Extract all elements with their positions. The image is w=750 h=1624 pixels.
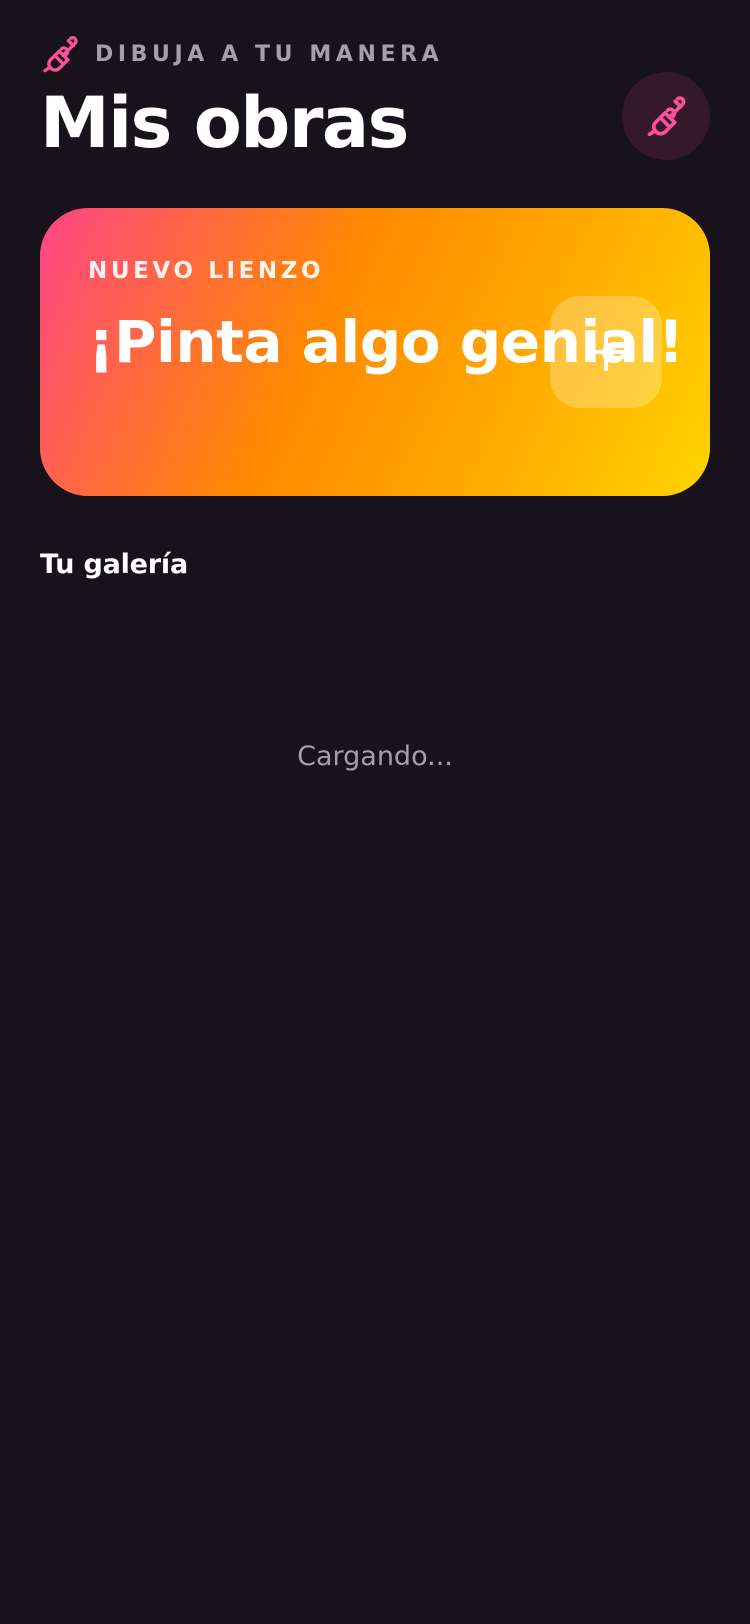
new-canvas-label: NUEVO LIENZO	[88, 258, 325, 284]
loading-status: Cargando...	[297, 741, 453, 772]
plus-icon	[587, 333, 625, 371]
app-eyebrow: DIBUJA A TU MANERA	[40, 34, 443, 74]
app-tagline: DIBUJA A TU MANERA	[95, 41, 444, 67]
brush-button[interactable]	[622, 72, 710, 160]
new-canvas-card[interactable]: NUEVO LIENZO ¡Pinta algo genial!	[40, 208, 710, 496]
paint-brush-icon	[43, 36, 78, 73]
header: DIBUJA A TU MANERA Mis obras	[40, 30, 710, 164]
gallery-title: Tu galería	[40, 549, 188, 580]
paint-brush-icon	[647, 96, 686, 137]
add-canvas-button[interactable]	[550, 296, 662, 408]
page-title: Mis obras	[40, 82, 409, 164]
